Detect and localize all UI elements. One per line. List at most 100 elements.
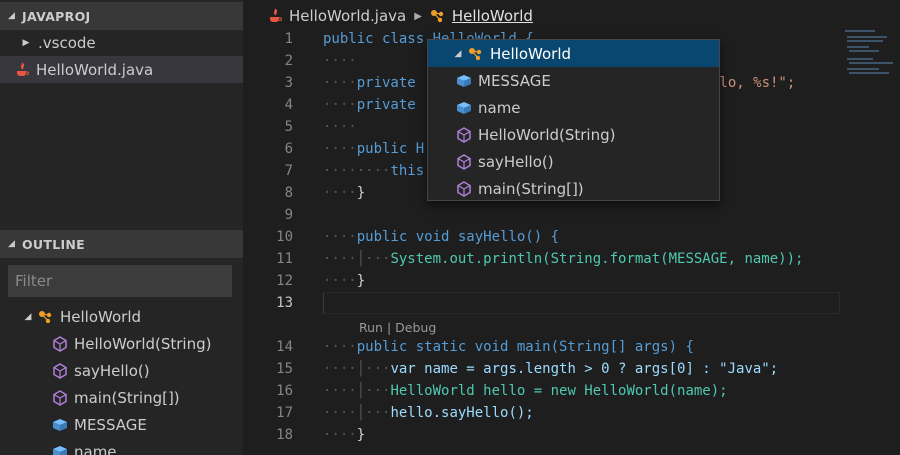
line-number: 14 xyxy=(276,339,293,355)
line-number: 4 xyxy=(284,97,293,113)
explorer-item-label: HelloWorld.java xyxy=(36,60,154,79)
code-token: public H xyxy=(356,141,425,157)
code-token: public void sayHello() { xyxy=(356,229,560,245)
chevron-down-icon: ◢ xyxy=(24,311,32,322)
explorer-item-label: .vscode xyxy=(38,33,96,52)
picker-item-sayhello[interactable]: sayHello() xyxy=(428,148,719,175)
outline-header[interactable]: ◢ OUTLINE xyxy=(0,230,243,258)
code-token: private xyxy=(356,75,425,91)
breadcrumb-symbol-picker: ◢ HelloWorld MESSAGE name HelloWorld(Str… xyxy=(427,39,720,201)
method-icon xyxy=(456,180,472,197)
class-icon xyxy=(430,8,446,24)
code-token: } xyxy=(356,273,366,289)
chevron-right-icon: ▶ xyxy=(22,37,30,48)
explorer-header[interactable]: ◢ JAVAPROJ xyxy=(0,2,243,30)
code-line[interactable]: ···· xyxy=(323,119,357,135)
picker-item-label: main(String[]) xyxy=(478,179,584,198)
field-icon xyxy=(52,417,68,433)
code-line[interactable]: ···· xyxy=(323,53,357,69)
outline-item-class[interactable]: ◢ HelloWorld xyxy=(0,303,243,330)
sidebar: ◢ JAVAPROJ ▶ .vscode HelloWorld.java ◢ O… xyxy=(0,0,243,455)
picker-item-label: HelloWorld(String) xyxy=(478,125,616,144)
code-token: } xyxy=(356,427,366,443)
code-token: public static void main(String[] args) { xyxy=(356,339,694,355)
method-icon xyxy=(52,362,68,379)
line-number: 3 xyxy=(284,75,293,91)
class-icon xyxy=(38,309,54,325)
chevron-down-icon: ◢ xyxy=(8,239,16,249)
code-line[interactable]: ····} xyxy=(323,185,365,201)
breadcrumb: HelloWorld.java ▶ HelloWorld xyxy=(243,0,900,32)
codelens-debug-link[interactable]: Debug xyxy=(395,320,436,335)
chevron-down-icon: ◢ xyxy=(454,48,462,59)
code-token: hello.sayHello(); xyxy=(390,405,534,421)
picker-item-label: sayHello() xyxy=(478,152,554,171)
chevron-right-icon: ▶ xyxy=(414,10,422,22)
picker-item-constructor[interactable]: HelloWorld(String) xyxy=(428,121,719,148)
method-icon xyxy=(456,126,472,143)
line-number: 16 xyxy=(276,383,293,399)
code-line[interactable]: ····│···HelloWorld hello = new HelloWorl… xyxy=(323,383,728,399)
outline-filter-input[interactable]: Filter xyxy=(8,265,232,297)
code-line[interactable]: ····│···var name = args.length > 0 ? arg… xyxy=(323,361,778,377)
picker-item-name[interactable]: name xyxy=(428,94,719,121)
current-line-highlight xyxy=(323,292,840,314)
java-file-icon xyxy=(267,8,283,24)
outline-item-name[interactable]: name xyxy=(0,438,243,455)
field-icon xyxy=(52,444,68,455)
code-token: private xyxy=(356,97,425,113)
outline-item-label: name xyxy=(74,442,117,455)
picker-item-label: name xyxy=(478,98,521,117)
explorer-item-vscode[interactable]: ▶ .vscode xyxy=(0,29,243,56)
code-line[interactable]: ····│···System.out.println(String.format… xyxy=(323,251,803,267)
code-line-tail[interactable]: llo, %s!"; xyxy=(711,75,795,91)
line-number: 18 xyxy=(276,427,293,443)
code-line[interactable]: ····public static void main(String[] arg… xyxy=(323,339,694,355)
code-token: System.out.println(String.format(MESSAGE… xyxy=(390,251,804,267)
outline-item-constructor[interactable]: HelloWorld(String) xyxy=(0,330,243,357)
method-icon xyxy=(456,153,472,170)
outline-item-message[interactable]: MESSAGE xyxy=(0,411,243,438)
code-line[interactable]: ····public void sayHello() { xyxy=(323,229,559,245)
outline-item-label: HelloWorld xyxy=(60,307,142,326)
picker-item-main[interactable]: main(String[]) xyxy=(428,175,719,202)
outline-item-label: MESSAGE xyxy=(74,415,147,434)
minimap[interactable] xyxy=(843,28,900,455)
line-number: 15 xyxy=(276,361,293,377)
line-number: 1 xyxy=(284,31,293,47)
explorer-item-helloworld-java[interactable]: HelloWorld.java xyxy=(0,56,243,83)
method-icon xyxy=(52,389,68,406)
line-number: 5 xyxy=(284,119,293,135)
line-number: 9 xyxy=(284,207,293,223)
outline-item-main[interactable]: main(String[]) xyxy=(0,384,243,411)
outline-item-label: sayHello() xyxy=(74,361,150,380)
line-number: 17 xyxy=(276,405,293,421)
code-token: HelloWorld hello = new HelloWorld(name); xyxy=(390,383,728,399)
breadcrumb-file[interactable]: HelloWorld.java xyxy=(289,7,406,25)
line-number: 11 xyxy=(276,251,293,267)
code-token: } xyxy=(356,185,366,201)
line-number: 8 xyxy=(284,185,293,201)
outline-item-sayhello[interactable]: sayHello() xyxy=(0,357,243,384)
code-line[interactable]: ····private xyxy=(323,97,424,113)
editor[interactable]: HelloWorld.java ▶ HelloWorld 1 2 3 4 5 6… xyxy=(243,0,900,455)
field-icon xyxy=(456,73,472,89)
line-number: 6 xyxy=(284,141,293,157)
code-line[interactable]: ····│···hello.sayHello(); xyxy=(323,405,534,421)
outline-item-label: HelloWorld(String) xyxy=(74,334,212,353)
breadcrumb-symbol[interactable]: HelloWorld xyxy=(452,7,533,25)
picker-item-message[interactable]: MESSAGE xyxy=(428,67,719,94)
outline-item-label: main(String[]) xyxy=(74,388,180,407)
code-token: var name = args.length > 0 ? args[0] : "… xyxy=(390,361,779,377)
class-icon xyxy=(468,46,484,62)
code-line[interactable]: ····} xyxy=(323,273,365,289)
codelens-run-link[interactable]: Run xyxy=(359,320,383,335)
code-line[interactable]: ····public H xyxy=(323,141,424,157)
codelens-separator: | xyxy=(382,320,396,335)
outline-title: OUTLINE xyxy=(22,236,86,252)
code-line[interactable]: ····} xyxy=(323,427,365,443)
code-line[interactable]: ····private xyxy=(323,75,424,91)
code-token: this xyxy=(390,163,425,179)
code-line[interactable]: ········this xyxy=(323,163,424,179)
picker-item-helloworld-class[interactable]: ◢ HelloWorld xyxy=(428,40,719,67)
